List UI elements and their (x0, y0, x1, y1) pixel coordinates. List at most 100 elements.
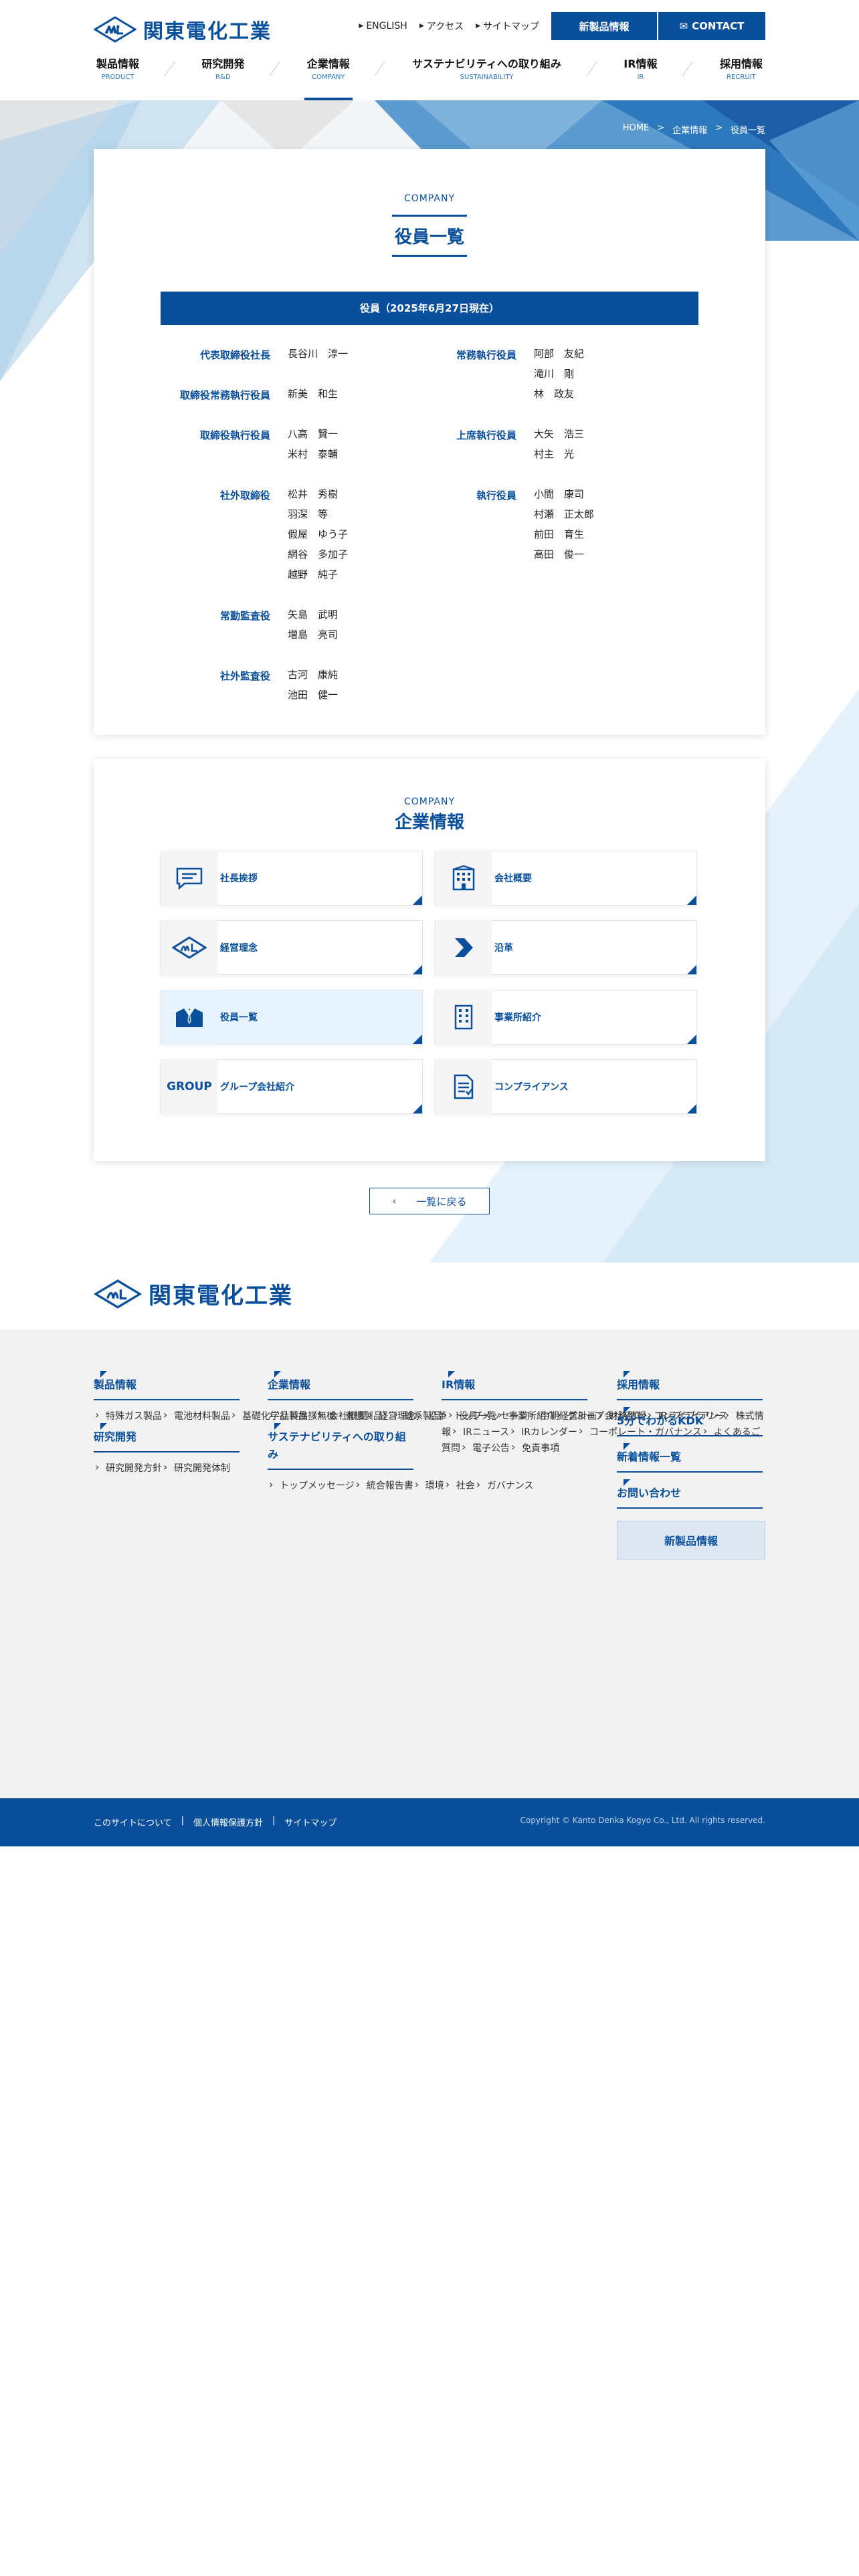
nav-divider (161, 55, 180, 82)
util-access[interactable]: ▶ アクセス (419, 19, 464, 33)
officer-name: 越野 純子 (288, 568, 339, 580)
officer-row: 社外取締役 松井 秀樹 羽深 等假屋 ゆう子 網谷 多加子 越野 純子 (161, 488, 430, 588)
building-icon (452, 865, 475, 891)
officer-names: 阿部 友紀 滝川 剛林 政友 (534, 348, 584, 408)
officer-role: 取締役常務執行役員 (179, 389, 270, 401)
speech-icon (176, 867, 203, 889)
officer-row: 常務執行役員 阿部 友紀 滝川 剛林 政友 (430, 348, 698, 408)
tile-compliance[interactable]: コンプライアンス (435, 1059, 697, 1114)
nav-ir[interactable]: IR情報 IR (621, 55, 660, 100)
triangle-right-icon: ▶ (419, 23, 424, 29)
new-products-button[interactable]: 新製品情報 (551, 12, 657, 40)
footer-heading[interactable]: 新着情報一覧 (617, 1448, 763, 1473)
officer-name: 高田 俊一 (534, 548, 585, 560)
nav-divider (679, 55, 698, 82)
footer-link-about[interactable]: このサイトについて (94, 1816, 172, 1828)
footer-link[interactable]: 環境 (413, 1477, 444, 1495)
footer-link[interactable]: 会社概要 (317, 1408, 367, 1425)
officer-role: 上席執行役員 (456, 429, 516, 441)
nav-recruit[interactable]: 採用情報 RECRUIT (717, 55, 765, 100)
tile-overview[interactable]: 会社概要 (435, 851, 697, 905)
footer-heading[interactable]: 企業情報 (268, 1376, 413, 1400)
footer-link[interactable]: 中期経営計画 (529, 1408, 597, 1425)
footer-heading[interactable]: 5分でわかるKDK (617, 1412, 763, 1436)
site-header: ꟿ 関東電化工業 ▶ ENGLISH ▶ アクセス ▶ サイトマップ 新製品情報 ✉ C… (0, 0, 859, 100)
triangle-right-icon: ▶ (476, 23, 480, 29)
footer-heading[interactable]: IR情報 (442, 1376, 587, 1400)
officers-list: 代表取締役社長 長谷川 淳一 取締役常務執行役員 新美 和生 取締役執行役員 八高 賢一米… (161, 348, 698, 729)
tile-philosophy[interactable]: 経営理念 (161, 920, 423, 975)
officer-role: 社外監査役 (219, 670, 270, 682)
section-title: 企業情報 (394, 813, 464, 833)
officer-name: 矢島 武明 (288, 609, 339, 621)
footer-link[interactable]: 研究開発方針 (94, 1460, 162, 1477)
footer-link[interactable]: IRカレンダー (509, 1424, 577, 1441)
util-sitemap[interactable]: ▶ サイトマップ (476, 19, 539, 33)
officers-column-right: 常務執行役員 阿部 友紀 滝川 剛林 政友 上席執行役員 大矢 浩三 村主 光執行役員 小間… (430, 348, 698, 729)
footer-link[interactable]: IRニュース (451, 1424, 509, 1441)
officer-name: 阿部 友紀 (534, 348, 585, 360)
officer-row: 上席執行役員 大矢 浩三 村主 光 (430, 428, 698, 468)
utility-nav: ▶ ENGLISH ▶ アクセス ▶ サイトマップ 新製品情報 ✉ CONTACT (359, 12, 765, 40)
footer-link[interactable]: ガバナンス (475, 1477, 534, 1495)
footer-new-products-button[interactable]: 新製品情報 (617, 1521, 765, 1560)
footer-link[interactable]: 社会 (444, 1477, 475, 1495)
officer-names: 矢島 武明増島 亮司 (288, 609, 338, 649)
footer-link[interactable]: 研究開発体制 (162, 1460, 230, 1477)
tile-officers[interactable]: 役員一覧 (161, 990, 423, 1045)
site-logo[interactable]: ꟿ 関東電化工業 (94, 15, 272, 44)
footer-col-recruit: 採用情報 5分でわかるKDK 新着情報一覧 お問い合わせ新製品情報 (617, 1376, 765, 1560)
contact-button[interactable]: ✉ CONTACT (658, 12, 765, 40)
officer-name: 増島 亮司 (288, 629, 339, 641)
nav-divider (583, 55, 602, 82)
officer-names: 大矢 浩三 村主 光 (534, 428, 584, 468)
footer-heading[interactable]: サステナビリティへの取り組み (268, 1428, 413, 1470)
officer-name: 長谷川 淳一 (288, 348, 349, 360)
back-to-list-button[interactable]: ‹ 一覧に戻る (369, 1188, 490, 1214)
officer-role: 常勤監査役 (219, 610, 270, 622)
footer-link-sitemap[interactable]: サイトマップ (284, 1816, 337, 1828)
footer-link[interactable]: 免責事項 (510, 1440, 559, 1457)
officer-names: 松井 秀樹 羽深 等假屋 ゆう子 網谷 多加子 越野 純子 (288, 488, 348, 588)
officer-role: 取締役執行役員 (199, 429, 270, 441)
officer-row: 取締役常務執行役員 新美 和生 (161, 388, 430, 408)
tile-message[interactable]: 社長挨拶 (161, 851, 423, 905)
footer-heading[interactable]: お問い合わせ (617, 1485, 763, 1509)
nav-rd[interactable]: 研究開発 R&D (199, 55, 247, 100)
footer-logo[interactable]: 関東電化工業 (94, 1277, 293, 1310)
breadcrumb-home[interactable]: HOME (623, 123, 649, 136)
officer-row: 代表取締役社長 長谷川 淳一 (161, 348, 430, 368)
footer-link[interactable]: 電池材料製品 (162, 1408, 230, 1425)
tile-offices[interactable]: 事業所紹介 (435, 990, 697, 1045)
logo-text: 関東電化工業 (143, 20, 272, 43)
nav-product[interactable]: 製品情報 PRODUCT (94, 55, 142, 100)
footer-heading[interactable]: 研究開発 (94, 1428, 240, 1453)
section-kicker: COMPANY (403, 796, 456, 807)
tile-group[interactable]: GROUP グループ会社紹介 (161, 1059, 423, 1114)
officer-names: 長谷川 淳一 (288, 348, 348, 368)
officers-card: COMPANY 役員一覧 役員（2025年6月27日現在） 代表取締役社長 長谷川… (94, 149, 765, 735)
util-english[interactable]: ▶ ENGLISH (359, 21, 407, 31)
arrow-chevron-icon (455, 938, 473, 957)
footer-heading[interactable]: 製品情報 (94, 1376, 240, 1400)
nav-sustainability[interactable]: サステナビリティへの取り組み SUSTAINABILITY (409, 55, 564, 100)
company-card: COMPANY 企業情報 社長挨拶 会社概要 経営理念 沿革 役員一覧 事業所紹… (94, 759, 765, 1161)
nav-company[interactable]: 企業情報 COMPANY (304, 55, 353, 100)
breadcrumb-current: 役員一覧 (730, 126, 765, 136)
officer-names: 新美 和生 (288, 388, 338, 408)
chevron-left-icon: ‹ (392, 1195, 397, 1207)
officer-name: 村主 光 (534, 448, 575, 460)
footer-link[interactable]: トップメッセージ (268, 1477, 355, 1495)
footer-heading[interactable]: 採用情報 (617, 1376, 763, 1400)
officer-name: 松井 秀樹 (288, 488, 339, 500)
officer-name: 林 政友 (534, 388, 575, 400)
footer-link[interactable]: 電子公告 (460, 1440, 510, 1457)
officer-name: 米村 泰輔 (288, 448, 339, 460)
footer-link-privacy[interactable]: 個人情報保護方針 (193, 1816, 263, 1828)
footer-link[interactable]: 統合報告書 (355, 1477, 413, 1495)
officer-name: 前田 育生 (534, 528, 585, 540)
tile-history[interactable]: 沿革 (435, 920, 697, 975)
breadcrumb-company[interactable]: 企業情報 (672, 123, 707, 136)
footer-link[interactable]: 経営理念 (367, 1408, 416, 1425)
officer-name: 羽深 等 (288, 508, 328, 520)
